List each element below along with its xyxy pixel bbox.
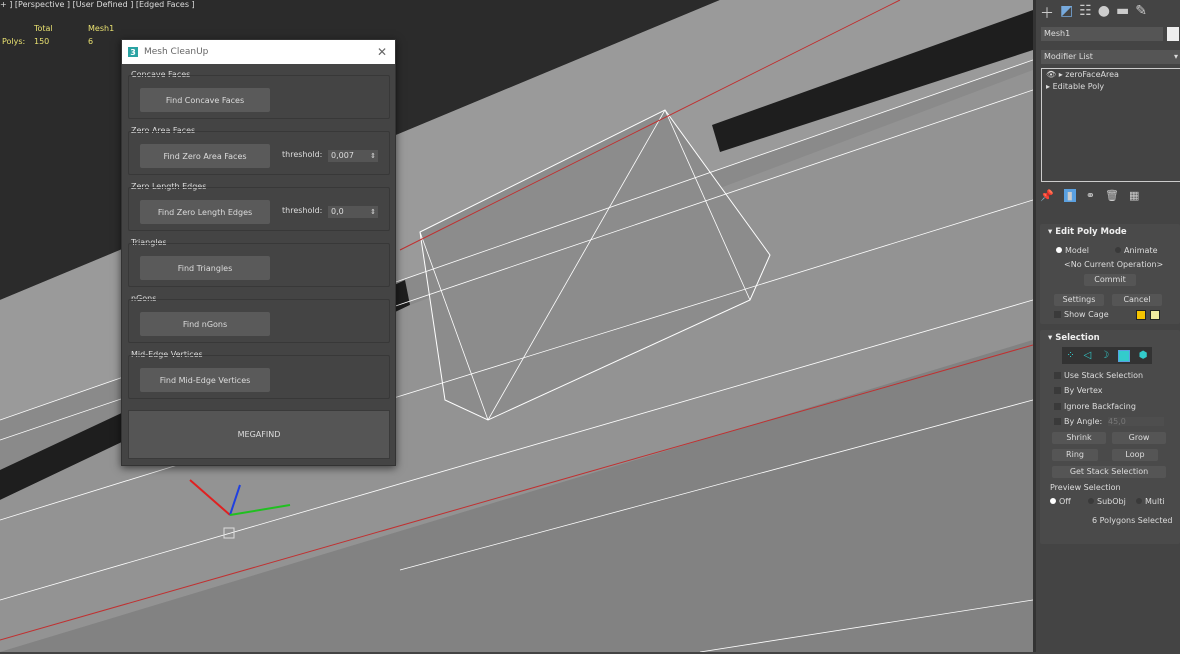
close-icon[interactable]: ✕ <box>377 45 387 59</box>
selection-status: 6 Polygons Selected <box>1092 516 1173 525</box>
animate-radio[interactable]: Animate <box>1115 246 1158 255</box>
configure-sets-icon[interactable]: ▦ <box>1129 189 1139 202</box>
preview-subobj-radio[interactable]: SubObj <box>1088 497 1126 506</box>
edit-poly-mode-rollout: ▾ Edit Poly Mode Model Animate <No Curre… <box>1040 224 1180 324</box>
stack-item-editable-poly[interactable]: ▸ Editable Poly <box>1042 81 1180 93</box>
find-button[interactable]: Find nGons <box>140 312 270 336</box>
threshold-label: threshold: <box>282 206 323 215</box>
modifier-stack: 👁 ▸ zeroFaceArea ▸ Editable Poly <box>1041 68 1180 182</box>
subobject-toolbar: ⁘ ◁ ☽ ⬢ <box>1062 347 1152 364</box>
get-stack-selection-button[interactable]: Get Stack Selection <box>1052 466 1166 478</box>
modifier-list-dropdown[interactable]: Modifier List ▾ <box>1041 50 1180 64</box>
stack-item-zerofacearea[interactable]: 👁 ▸ zeroFaceArea <box>1042 69 1180 81</box>
angle-spinner[interactable]: 45,0 <box>1108 417 1164 426</box>
find-button[interactable]: Find Concave Faces <box>140 88 270 112</box>
by-vertex-checkbox[interactable]: By Vertex <box>1054 386 1102 395</box>
ring-button[interactable]: Ring <box>1052 449 1098 461</box>
object-color-swatch[interactable] <box>1167 27 1179 41</box>
commit-button[interactable]: Commit <box>1084 274 1136 286</box>
rollout-title[interactable]: ▾ Selection <box>1040 330 1180 346</box>
modify-tab-icon[interactable]: ◩ <box>1060 3 1073 23</box>
hierarchy-tab-icon[interactable]: ☷ <box>1079 3 1092 23</box>
border-icon[interactable]: ☽ <box>1100 350 1109 361</box>
command-panel: ＋ ◩ ☷ ● ▬ ✎ Mesh1 Modifier List ▾ 👁 ▸ zeroFace… <box>1033 0 1180 652</box>
threshold-spinner[interactable]: 0,007 <box>328 150 378 162</box>
mesh-cleanup-dialog: 3 Mesh CleanUp ✕ Concave Faces Find Conc… <box>121 39 396 466</box>
preview-off-radio[interactable]: Off <box>1050 497 1071 506</box>
viewport-label[interactable]: + ] [Perspective ] [User Defined ] [Edge… <box>0 0 195 9</box>
find-button[interactable]: Find Zero Length Edges <box>140 200 270 224</box>
dialog-titlebar[interactable]: 3 Mesh CleanUp ✕ <box>122 40 395 64</box>
cancel-button[interactable]: Cancel <box>1112 294 1162 306</box>
app-logo-icon: 3 <box>128 47 138 57</box>
create-tab-icon[interactable]: ＋ <box>1040 3 1054 23</box>
preview-multi-radio[interactable]: Multi <box>1136 497 1165 506</box>
polygon-icon[interactable] <box>1117 349 1130 362</box>
pin-stack-icon[interactable]: 📌 <box>1040 189 1054 202</box>
use-stack-selection-checkbox[interactable]: Use Stack Selection <box>1054 371 1143 380</box>
motion-tab-icon[interactable]: ● <box>1098 3 1110 23</box>
threshold-label: threshold: <box>282 150 323 159</box>
model-radio[interactable]: Model <box>1056 246 1089 255</box>
megafind-button[interactable]: MEGAFIND <box>128 410 390 459</box>
object-name-field[interactable]: Mesh1 <box>1041 27 1163 41</box>
show-end-result-icon[interactable]: ▮ <box>1063 189 1076 202</box>
selection-rollout: ▾ Selection ⁘ ◁ ☽ ⬢ Use Stack Selection By … <box>1040 330 1180 544</box>
cage-selected-color-swatch[interactable] <box>1150 310 1160 320</box>
current-operation: <No Current Operation> <box>1064 260 1164 269</box>
find-button[interactable]: Find Mid-Edge Vertices <box>140 368 270 392</box>
grow-button[interactable]: Grow <box>1112 432 1166 444</box>
panel-tabs: ＋ ◩ ☷ ● ▬ ✎ <box>1036 0 1180 26</box>
remove-modifier-icon[interactable]: 🗑 <box>1105 189 1119 202</box>
find-button[interactable]: Find Triangles <box>140 256 270 280</box>
loop-button[interactable]: Loop <box>1112 449 1158 461</box>
stats-object: 6 <box>88 37 94 46</box>
shrink-button[interactable]: Shrink <box>1052 432 1106 444</box>
cage-color-swatch[interactable] <box>1136 310 1146 320</box>
vertex-icon[interactable]: ⁘ <box>1066 350 1074 361</box>
stats-object-header: Mesh1 <box>88 24 115 33</box>
stats-total-header: Total <box>34 24 53 33</box>
preview-selection-label: Preview Selection <box>1050 483 1121 492</box>
utilities-tab-icon[interactable]: ✎ <box>1135 3 1147 23</box>
edge-icon[interactable]: ◁ <box>1084 350 1092 361</box>
ignore-backfacing-checkbox[interactable]: Ignore Backfacing <box>1054 402 1136 411</box>
stats-row-label: Polys: <box>2 37 26 46</box>
stats-total: 150 <box>34 37 50 46</box>
display-tab-icon[interactable]: ▬ <box>1116 3 1129 23</box>
rollout-title[interactable]: ▾ Edit Poly Mode <box>1040 224 1180 240</box>
by-angle-checkbox[interactable]: By Angle: <box>1054 417 1102 426</box>
element-icon[interactable]: ⬢ <box>1139 350 1148 361</box>
show-cage-checkbox[interactable]: Show Cage <box>1054 310 1109 319</box>
settings-button[interactable]: Settings <box>1054 294 1104 306</box>
dialog-title: Mesh CleanUp <box>144 47 209 57</box>
make-unique-icon[interactable]: ⚭ <box>1086 189 1095 202</box>
threshold-spinner[interactable]: 0,0 <box>328 206 378 218</box>
find-button[interactable]: Find Zero Area Faces <box>140 144 270 168</box>
